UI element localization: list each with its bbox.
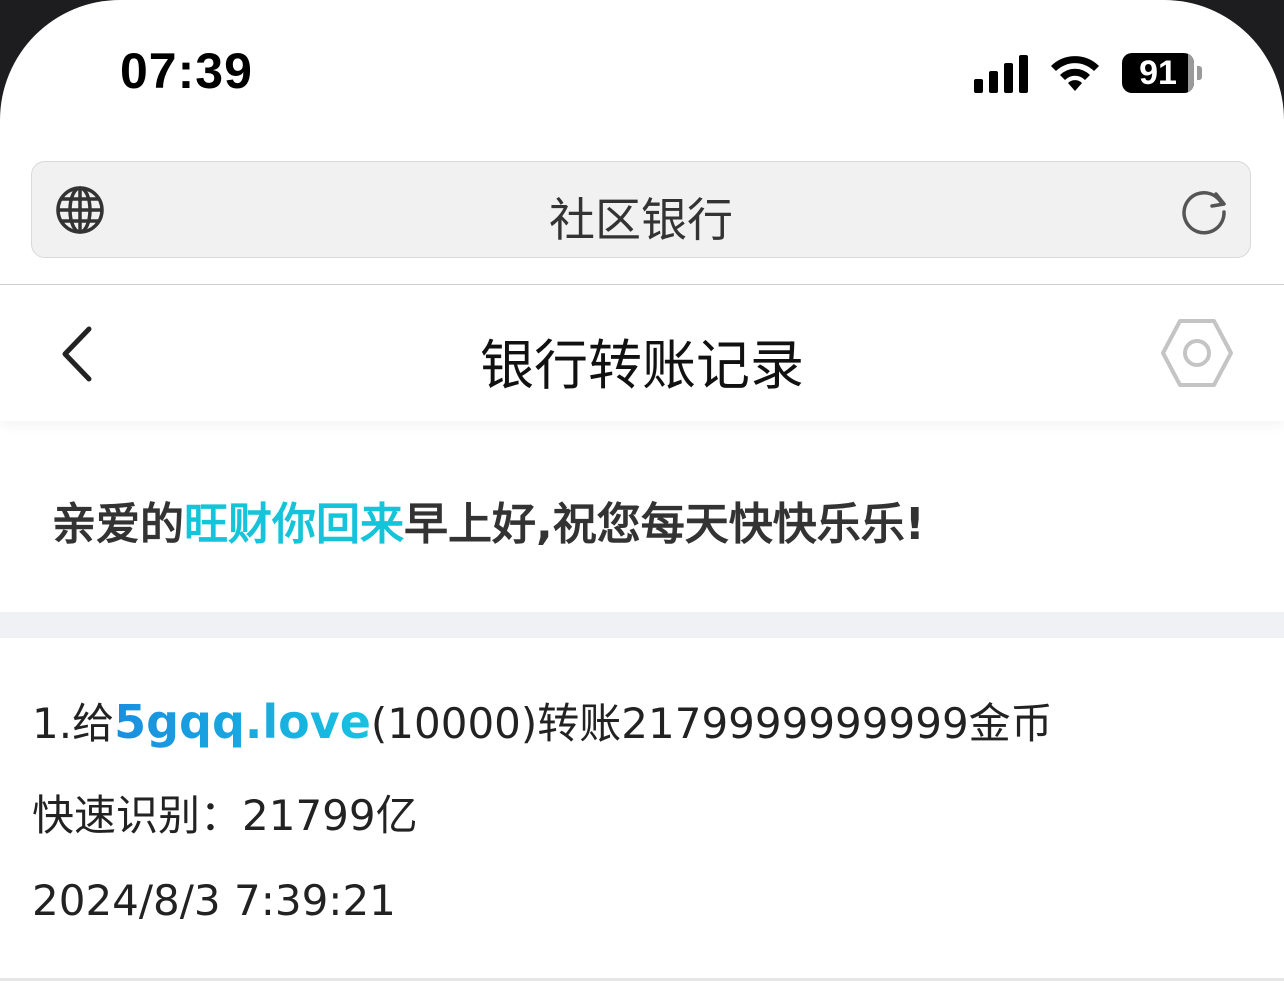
divider [0, 978, 1284, 981]
address-bar[interactable]: 社区银行 [31, 161, 1251, 258]
quick-identify-line: 快速识别：21799亿 [32, 782, 418, 843]
nav-header: 银行转账记录 [0, 285, 1284, 421]
status-time: 07:39 [120, 43, 253, 99]
header-title: 银行转账记录 [480, 334, 804, 397]
phone-screen: 07:39 91 社区银行 银行转账记录 亲爱的旺财你回来早上好,祝您每天快快乐… [0, 0, 1284, 996]
quick-identify-label: 快速识别： [32, 791, 243, 840]
battery-level: 91 [1139, 53, 1177, 92]
status-indicators: 91 [974, 48, 1202, 98]
record-timestamp: 2024/8/3 7:39:21 [32, 876, 396, 925]
greeting-text: 亲爱的旺财你回来早上好,祝您每天快快乐乐! [52, 488, 925, 552]
greeting-suffix: 早上好,祝您每天快快乐乐! [404, 499, 925, 550]
recipient-link[interactable]: 5gqq.love [114, 695, 371, 749]
battery-icon: 91 [1122, 53, 1202, 93]
quick-identify-value: 21799亿 [242, 791, 418, 840]
reload-icon[interactable] [1176, 182, 1232, 238]
transfer-line: 1.给5gqq.love(10000)转账2179999999999金币 [32, 690, 1053, 751]
greeting-username: 旺财你回来 [184, 499, 404, 550]
greeting-prefix: 亲爱的 [52, 499, 184, 550]
hexagon-settings-icon[interactable] [1160, 317, 1234, 389]
record-index: 1.给 [32, 699, 115, 748]
wifi-icon [1051, 56, 1099, 91]
transfer-detail: (10000)转账2179999999999金币 [370, 699, 1053, 748]
page-title: 社区银行 [549, 193, 733, 247]
cellular-signal-icon [974, 53, 1028, 93]
section-separator [0, 612, 1284, 638]
